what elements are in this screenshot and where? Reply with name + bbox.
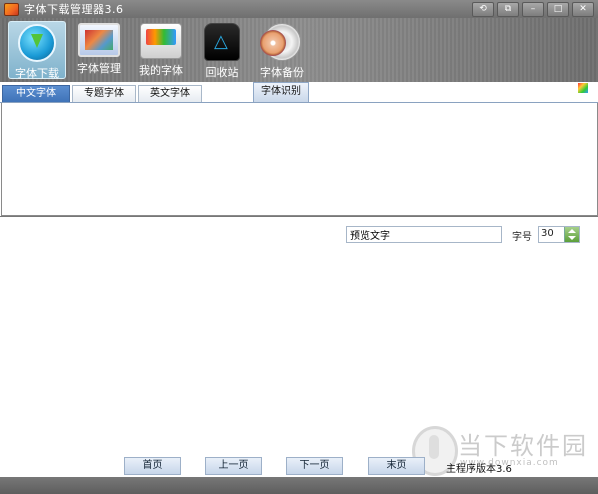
toolbar-label: 我的字体 (139, 64, 183, 77)
toolbar-font-download[interactable]: 字体下载 (8, 21, 66, 80)
prev-page-button[interactable]: 上一页 (205, 457, 262, 475)
stepper-down-icon[interactable] (568, 236, 576, 240)
font-preview-area (1, 248, 596, 453)
toolbar-label: 字体备份 (260, 66, 304, 79)
minimize-button[interactable]: – (522, 2, 544, 17)
last-page-button[interactable]: 末页 (368, 457, 425, 475)
toolbar-font-manage[interactable]: 字体管理 (70, 21, 128, 79)
watermark-text: 当下软件园 (458, 432, 588, 460)
toolbar-font-backup[interactable]: 字体备份 (253, 21, 311, 79)
font-size-label: 字号 (512, 232, 532, 243)
mini-mode-button[interactable]: ⧉ (497, 2, 519, 17)
app-window: 字体下载管理器3.6 ⟲ ⧉ – □ ✕ 字体下载 字体管理 我的字体 回收站 … (0, 0, 598, 494)
restore-skin-button[interactable]: ⟲ (472, 2, 494, 17)
version-label: 主程序版本3.6 (446, 464, 512, 475)
main-toolbar: 字体下载 字体管理 我的字体 回收站 字体备份 (0, 18, 598, 94)
app-logo-icon (4, 2, 19, 16)
window-controls: ⟲ ⧉ – □ ✕ (472, 2, 594, 17)
font-size-value[interactable]: 30 (541, 228, 554, 239)
window-title: 字体下载管理器3.6 (24, 3, 124, 16)
title-bar: 字体下载管理器3.6 ⟲ ⧉ – □ ✕ (0, 0, 598, 18)
status-bar (0, 477, 598, 494)
stepper-buttons[interactable] (564, 227, 579, 242)
close-button[interactable]: ✕ (572, 2, 594, 17)
backup-disc-icon (260, 23, 301, 61)
maximize-button[interactable]: □ (547, 2, 569, 17)
font-list-panel[interactable] (1, 103, 598, 216)
recycle-bin-icon (204, 23, 240, 61)
toolbar-label: 字体下载 (15, 67, 59, 80)
font-category-tabs: 中文字体 专题字体 英文字体 字体识别 (0, 82, 598, 103)
font-identify-button[interactable]: 字体识别 (253, 82, 309, 102)
font-manage-icon (78, 23, 120, 57)
tab-chinese-fonts[interactable]: 中文字体 (2, 85, 70, 102)
next-page-button[interactable]: 下一页 (286, 457, 343, 475)
palette-icon[interactable] (577, 82, 589, 94)
preview-text-input[interactable] (346, 226, 502, 243)
first-page-button[interactable]: 首页 (124, 457, 181, 475)
panel-divider[interactable] (0, 216, 598, 217)
font-size-stepper[interactable]: 30 (538, 226, 580, 243)
my-fonts-icon (140, 23, 182, 59)
toolbar-recycle-bin[interactable]: 回收站 (193, 21, 251, 79)
download-icon (18, 24, 56, 62)
tab-topic-fonts[interactable]: 专题字体 (72, 85, 136, 102)
toolbar-my-fonts[interactable]: 我的字体 (132, 21, 190, 79)
tab-english-fonts[interactable]: 英文字体 (138, 85, 202, 102)
toolbar-label: 回收站 (205, 66, 239, 79)
stepper-up-icon[interactable] (568, 229, 576, 233)
toolbar-label: 字体管理 (77, 62, 121, 75)
